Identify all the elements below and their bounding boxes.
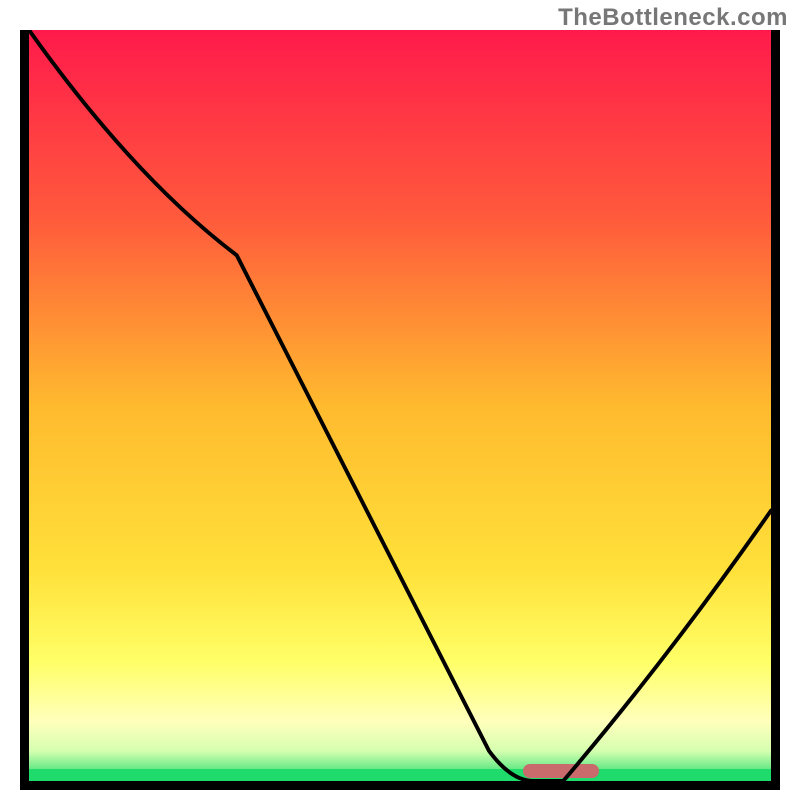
curve-path (29, 30, 771, 781)
bottleneck-curve (29, 30, 771, 781)
watermark-text: TheBottleneck.com (558, 4, 788, 32)
chart-frame (20, 30, 780, 790)
chart-canvas: TheBottleneck.com (0, 0, 800, 800)
